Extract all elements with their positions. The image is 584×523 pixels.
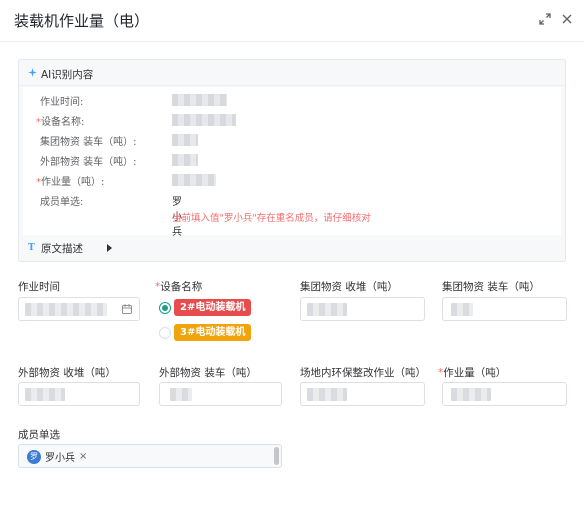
- modal-header: 装载机作业量（电）: [0, 0, 584, 42]
- blurred-value: [172, 114, 236, 126]
- member-chip-name: 罗小兵: [45, 453, 75, 464]
- blurred-value: [170, 388, 192, 401]
- ai-label: 作业时间:: [40, 97, 84, 108]
- device-option-3-radio[interactable]: [159, 327, 171, 339]
- caret-right-icon: [107, 244, 112, 252]
- blurred-value: [451, 388, 491, 401]
- duplicate-member-warning: 当前填入值"罗小兵"存在重名成员，请仔细核对: [172, 213, 371, 224]
- member-select[interactable]: 罗 罗小兵 ×: [18, 444, 282, 468]
- work-amount-label: *作业量（吨）: [438, 367, 507, 379]
- blurred-value: [307, 303, 347, 316]
- ai-panel-title: AI识别内容: [41, 69, 94, 81]
- group-load-label: 集团物资 装车（吨）: [442, 281, 540, 293]
- sparkle-icon: [28, 68, 37, 77]
- member-label: 成员单选: [18, 429, 60, 441]
- ai-panel-header: AI识别内容: [19, 60, 565, 86]
- blurred-value: [172, 94, 227, 106]
- group-unload-input[interactable]: [300, 297, 425, 321]
- ai-label: *作业量（吨）:: [36, 177, 105, 188]
- group-load-input[interactable]: [442, 297, 567, 321]
- close-icon[interactable]: [560, 12, 574, 26]
- blurred-value: [25, 303, 107, 316]
- device-option-2-radio[interactable]: [159, 302, 171, 314]
- original-description-toggle[interactable]: T 原文描述: [19, 235, 565, 261]
- work-time-label: 作业时间: [18, 281, 60, 293]
- ai-label: 外部物资 装车（吨）:: [40, 157, 137, 168]
- blurred-value: [451, 303, 473, 316]
- ext-load-label: 外部物资 装车（吨）: [159, 367, 257, 379]
- scrollbar-thumb[interactable]: [274, 447, 279, 465]
- ai-recognition-panel: AI识别内容 作业时间: *设备名称: 集团物资 装车（吨）: 外部物资 装车（…: [18, 59, 566, 262]
- device-option-3-tag[interactable]: 3#电动装载机: [174, 324, 252, 341]
- original-description-label: 原文描述: [41, 243, 83, 255]
- ext-load-input[interactable]: [159, 382, 282, 406]
- ext-unload-input[interactable]: [18, 382, 140, 406]
- env-work-input[interactable]: [300, 382, 425, 406]
- work-time-picker[interactable]: [18, 297, 140, 321]
- text-t-icon: T: [28, 243, 35, 253]
- blurred-value: [25, 388, 65, 401]
- avatar: 罗: [27, 449, 41, 464]
- calendar-icon: [122, 304, 132, 314]
- member-chip: 罗 罗小兵 ×: [25, 448, 91, 465]
- device-option-2-tag[interactable]: 2#电动装载机: [174, 299, 252, 316]
- blurred-value: [172, 154, 198, 166]
- expand-icon[interactable]: [538, 12, 552, 26]
- ai-panel-body: 作业时间: *设备名称: 集团物资 装车（吨）: 外部物资 装车（吨）: *作业…: [23, 87, 561, 238]
- remove-chip-icon[interactable]: ×: [79, 451, 87, 462]
- ai-label: 成员单选:: [40, 197, 84, 208]
- blurred-value: [172, 134, 198, 146]
- modal-title: 装载机作业量（电）: [14, 12, 150, 30]
- env-work-label: 场地内环保整改作业（吨）: [300, 367, 426, 379]
- blurred-value: [307, 388, 347, 401]
- ai-label: 集团物资 装车（吨）:: [40, 137, 137, 148]
- group-unload-label: 集团物资 收堆（吨）: [300, 281, 398, 293]
- ext-unload-label: 外部物资 收堆（吨）: [18, 367, 116, 379]
- blurred-value: [172, 174, 216, 186]
- ai-label: *设备名称:: [36, 117, 85, 128]
- device-name-label: *设备名称: [155, 281, 203, 293]
- work-amount-input[interactable]: [442, 382, 567, 406]
